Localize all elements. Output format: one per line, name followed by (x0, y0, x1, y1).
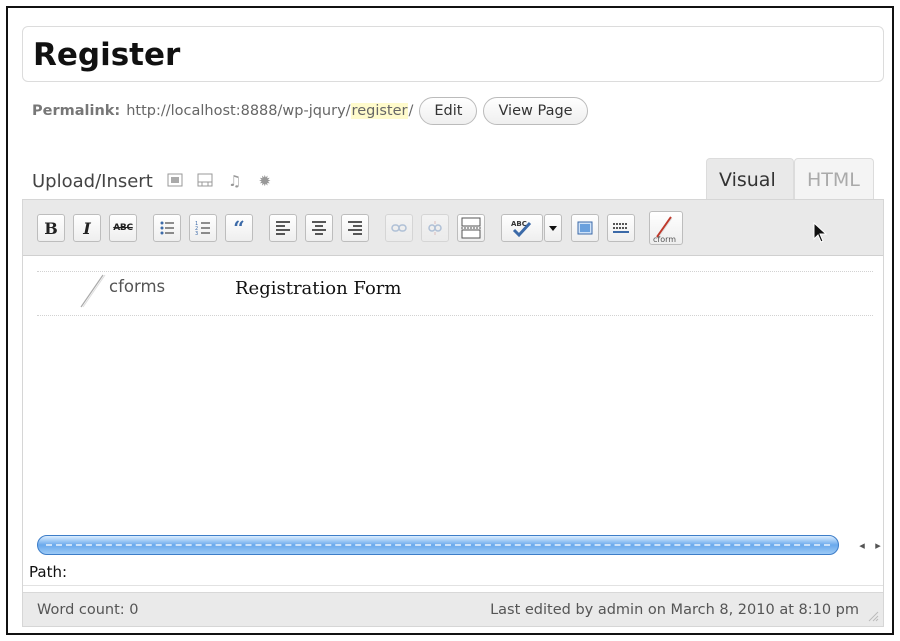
spellcheck-dropdown[interactable] (544, 214, 562, 242)
media-icon[interactable]: ✹ (257, 173, 273, 189)
align-right-icon (348, 221, 362, 235)
permalink-label: Permalink: (32, 103, 121, 119)
edit-permalink-button[interactable]: Edit (419, 97, 478, 125)
cforms-button-text: cform (653, 235, 676, 243)
tab-html[interactable]: HTML (794, 158, 874, 200)
page-title[interactable]: Register (33, 37, 180, 73)
scroll-right-arrow-icon[interactable]: ▸ (869, 536, 887, 554)
kitchen-sink-icon (613, 223, 629, 233)
audio-icon[interactable]: ♫ (227, 173, 243, 189)
permalink-base: http://localhost:8888/wp-jqury/ (126, 103, 351, 119)
numbered-list-button[interactable]: 123 (189, 214, 217, 242)
unlink-button[interactable] (421, 214, 449, 242)
link-icon (391, 224, 407, 232)
strikethrough-button[interactable]: ABC (109, 214, 137, 242)
video-icon[interactable] (197, 173, 213, 189)
fullscreen-button[interactable] (571, 214, 599, 242)
align-center-button[interactable] (305, 214, 333, 242)
numbered-list-icon: 123 (195, 221, 210, 236)
content-divider (37, 315, 873, 316)
blockquote-button[interactable]: “ (225, 214, 253, 242)
cforms-button[interactable]: cform (649, 211, 683, 245)
editor-window: Register Permalink: http://localhost:888… (6, 6, 894, 635)
bullet-list-icon (160, 221, 174, 235)
content-divider (37, 271, 873, 272)
editor-toolbar: B I ABC 123 “ ABC cform (23, 200, 883, 256)
more-tag-button[interactable] (457, 214, 485, 242)
title-field[interactable]: Register (22, 26, 884, 82)
mouse-cursor-icon (813, 222, 828, 243)
permalink-row: Permalink: http://localhost:8888/wp-jqur… (32, 96, 588, 126)
image-icon[interactable] (167, 173, 183, 189)
media-buttons: Upload/Insert ♫ ✹ (32, 168, 273, 194)
italic-button[interactable]: I (73, 214, 101, 242)
upload-insert-label: Upload/Insert (32, 170, 153, 192)
chevron-down-icon (549, 226, 557, 231)
align-right-button[interactable] (341, 214, 369, 242)
permalink-trailing: / (408, 103, 414, 119)
spellcheck-icon: ABC (511, 220, 532, 238)
link-button[interactable] (385, 214, 413, 242)
align-left-button[interactable] (269, 214, 297, 242)
kitchen-sink-button[interactable] (607, 214, 635, 242)
cforms-shortcode-label: cforms (109, 277, 166, 296)
status-bar: Word count: 0 Last edited by admin on Ma… (23, 592, 883, 626)
resize-grip-icon[interactable] (867, 610, 879, 622)
cforms-placeholder-icon (80, 274, 106, 308)
path-label: Path: (29, 563, 68, 581)
permalink-slug[interactable]: register (350, 103, 409, 119)
word-count: Word count: 0 (37, 602, 139, 618)
bullet-list-button[interactable] (153, 214, 181, 242)
spellcheck-button[interactable]: ABC (501, 214, 543, 242)
path-bar: Path: (23, 558, 883, 586)
view-page-button[interactable]: View Page (483, 97, 588, 125)
bold-button[interactable]: B (37, 214, 65, 242)
permalink-url[interactable]: http://localhost:8888/wp-jqury/register/ (126, 103, 413, 119)
align-left-icon (276, 221, 290, 235)
form-title[interactable]: Registration Form (235, 278, 401, 299)
visual-editor: B I ABC 123 “ ABC cform cforms Registrat… (22, 199, 884, 627)
tab-visual[interactable]: Visual (706, 158, 794, 200)
svg-text:3: 3 (195, 231, 198, 236)
unlink-icon (428, 221, 442, 235)
cforms-icon: cform (653, 216, 676, 243)
fullscreen-icon (577, 221, 593, 235)
more-tag-icon (461, 217, 481, 239)
last-edited: Last edited by admin on March 8, 2010 at… (490, 602, 859, 618)
horizontal-scrollbar[interactable] (37, 535, 839, 555)
editor-content[interactable]: cforms Registration Form (23, 257, 883, 525)
align-center-icon (312, 221, 326, 235)
